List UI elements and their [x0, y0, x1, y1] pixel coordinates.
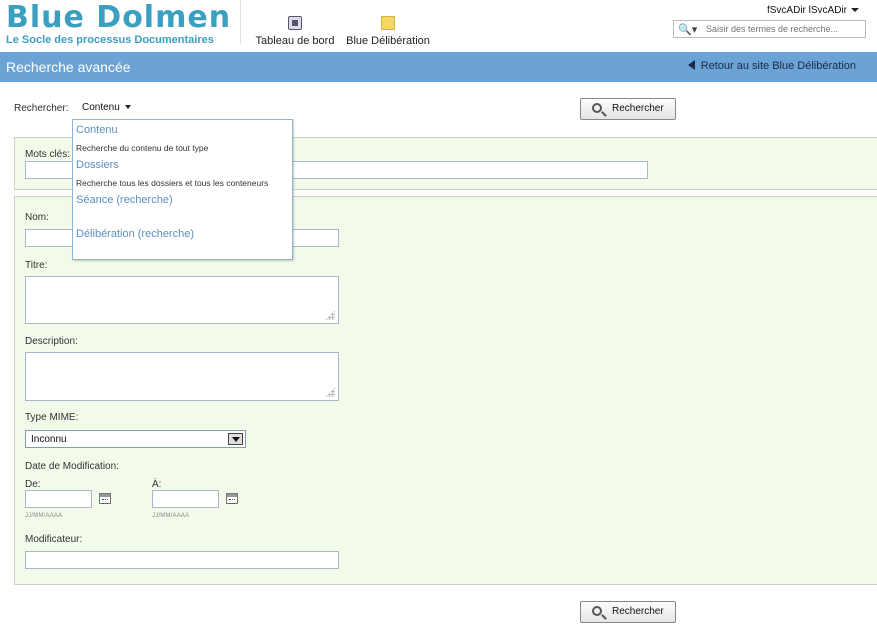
date-label: Date de Modification:	[25, 461, 119, 472]
search-type-dropdown: Contenu Recherche du contenu de tout typ…	[72, 119, 293, 260]
search-button-top[interactable]: Rechercher	[580, 98, 676, 120]
mime-value: Inconnu	[31, 434, 67, 445]
global-search-input[interactable]	[706, 22, 862, 36]
app-header: Blue Dolmen Le Socle des processus Docum…	[0, 0, 877, 52]
title-field[interactable]	[25, 276, 339, 324]
calendar-icon[interactable]	[99, 493, 111, 504]
calendar-icon[interactable]	[226, 493, 238, 504]
search-icon	[592, 103, 602, 113]
search-button-bottom[interactable]: Rechercher	[580, 601, 676, 623]
keywords-label: Mots clés:	[25, 149, 71, 160]
chevron-down-icon[interactable]	[228, 433, 243, 445]
nav-deliberation-label: Blue Délibération	[346, 35, 430, 47]
description-textarea[interactable]	[26, 353, 338, 400]
user-menu[interactable]: fSvcADir lSvcADir	[767, 5, 859, 16]
back-link-label: Retour au site Blue Délibération	[700, 60, 856, 72]
dropdown-option-deliberation[interactable]: Délibération (recherche)	[76, 228, 194, 240]
description-label: Description:	[25, 336, 78, 347]
search-type-value: Contenu	[82, 102, 120, 113]
dropdown-option-dossiers[interactable]: Dossiers	[76, 159, 119, 171]
logo-title: Blue Dolmen	[6, 0, 232, 35]
arrow-left-icon	[687, 60, 695, 70]
mime-select[interactable]: Inconnu	[25, 430, 246, 448]
dashboard-icon	[288, 16, 302, 30]
date-to-hint: JJ/MM/AAAA	[152, 513, 190, 519]
dropdown-option-description: Recherche du contenu de tout type	[76, 143, 209, 153]
dropdown-option-description: Recherche tous les dossiers et tous les …	[76, 178, 269, 188]
folder-icon	[381, 16, 395, 30]
logo-subtitle: Le Socle des processus Documentaires	[6, 34, 214, 46]
nav-dashboard[interactable]: Tableau de bord	[255, 16, 335, 47]
back-link[interactable]: Retour au site Blue Délibération	[687, 60, 856, 72]
search-icon[interactable]: 🔍▾	[678, 23, 698, 36]
search-type-label: Rechercher:	[14, 103, 69, 114]
search-button-label: Rechercher	[612, 606, 664, 617]
date-from-field[interactable]	[25, 490, 92, 508]
dropdown-option-seance[interactable]: Séance (recherche)	[76, 194, 173, 206]
modifier-input[interactable]	[26, 552, 338, 568]
chevron-down-icon	[124, 105, 131, 110]
date-to-label: À:	[152, 479, 162, 490]
date-from-input[interactable]	[26, 491, 91, 507]
dropdown-option-contenu[interactable]: Contenu	[76, 124, 118, 136]
chevron-down-icon	[851, 8, 859, 13]
modifier-label: Modificateur:	[25, 534, 83, 545]
logo[interactable]: Blue Dolmen Le Socle des processus Docum…	[6, 0, 236, 47]
search-icon	[592, 606, 602, 616]
description-field[interactable]	[25, 352, 339, 401]
nav-deliberation[interactable]: Blue Délibération	[345, 16, 431, 47]
user-name: fSvcADir lSvcADir	[766, 5, 847, 16]
title-textarea[interactable]	[26, 277, 338, 323]
date-to-field[interactable]	[152, 490, 219, 508]
page-titlebar: Recherche avancée Retour au site Blue Dé…	[0, 52, 877, 82]
date-to-input[interactable]	[153, 491, 218, 507]
global-search: 🔍▾	[673, 20, 866, 38]
nav-dashboard-label: Tableau de bord	[255, 35, 335, 47]
name-label: Nom:	[25, 212, 49, 223]
page-title: Recherche avancée	[6, 59, 131, 75]
header-divider	[240, 0, 241, 44]
mime-label: Type MIME:	[25, 412, 79, 423]
search-type-select[interactable]: Contenu	[82, 102, 131, 113]
search-button-label: Rechercher	[612, 103, 664, 114]
modifier-field[interactable]	[25, 551, 339, 569]
title-label: Titre:	[25, 260, 48, 271]
date-from-hint: JJ/MM/AAAA	[25, 513, 63, 519]
date-from-label: De:	[25, 479, 41, 490]
